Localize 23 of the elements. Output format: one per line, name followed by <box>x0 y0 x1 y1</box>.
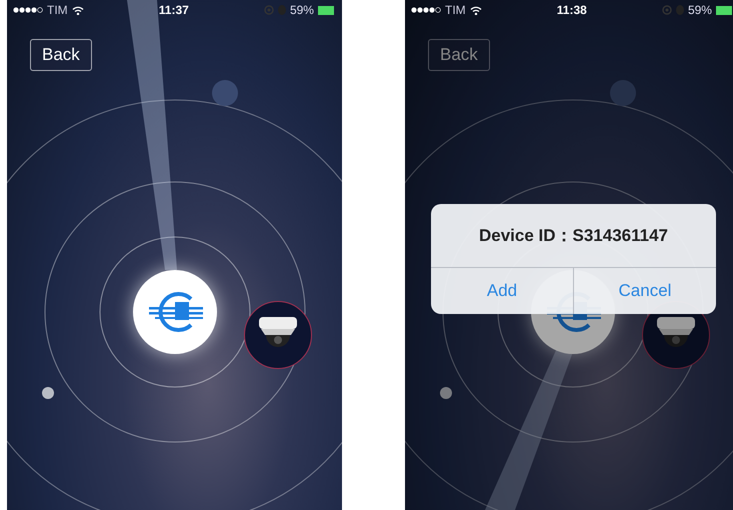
alert-message: Device ID：S314361147 <box>478 225 670 247</box>
signal-icon <box>13 7 43 13</box>
battery-percent: 59% <box>688 3 712 17</box>
alert-button[interactable]: Add <box>431 268 573 314</box>
carrier-name: TIM <box>47 3 68 17</box>
moon-icon <box>440 387 452 399</box>
planet-icon <box>212 80 238 106</box>
battery-percent: 59% <box>290 3 314 17</box>
clock-time: 11:38 <box>556 3 587 17</box>
back-button[interactable]: Back <box>30 39 92 71</box>
carrier-name: TIM <box>445 3 466 17</box>
moon-icon <box>42 387 54 399</box>
app-logo-icon <box>133 270 217 354</box>
orientation-lock-icon <box>662 5 672 15</box>
orientation-lock-icon <box>264 5 274 15</box>
clock-time: 11:37 <box>158 3 189 17</box>
wifi-icon <box>470 6 482 14</box>
wifi-icon <box>72 6 84 14</box>
alert-button[interactable]: Cancel <box>573 268 716 314</box>
planet-icon <box>610 80 636 106</box>
battery-icon <box>716 6 733 14</box>
signal-icon <box>411 7 441 13</box>
battery-icon <box>318 6 336 14</box>
